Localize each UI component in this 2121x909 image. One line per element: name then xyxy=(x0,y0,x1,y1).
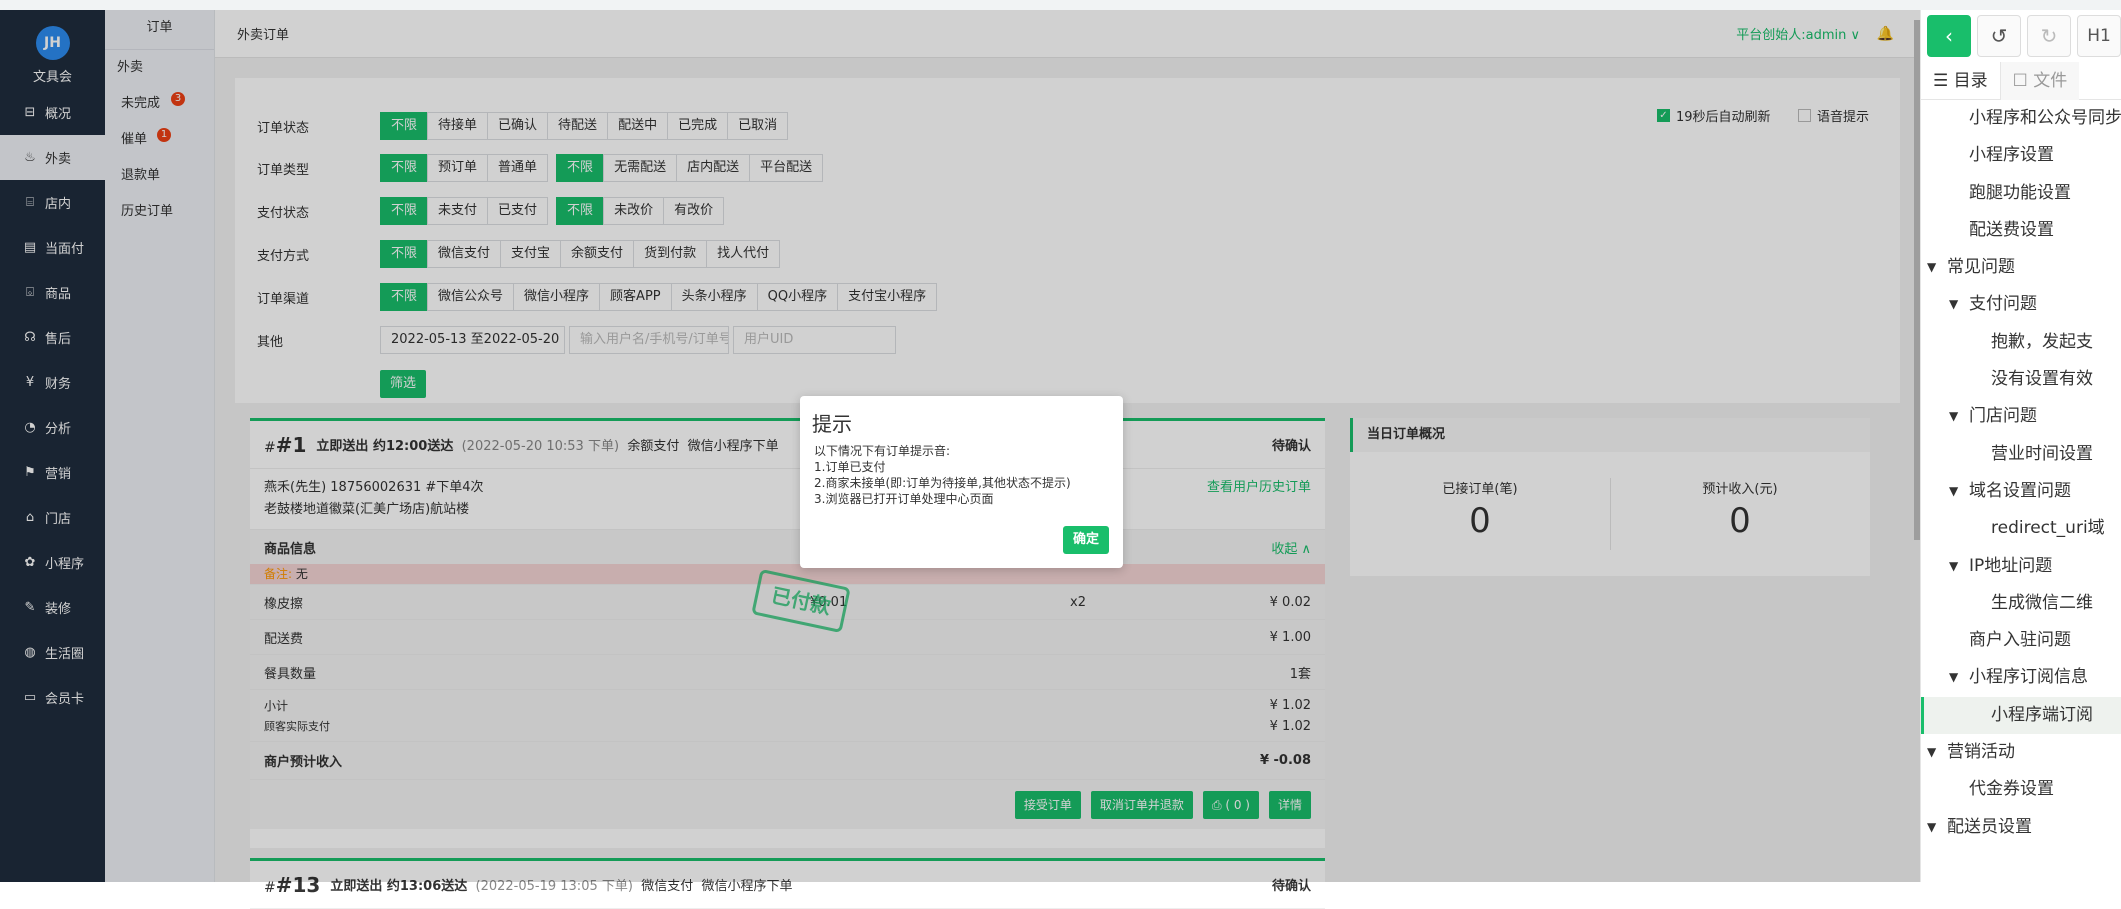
toc-label: 代金券设置 xyxy=(1969,779,2054,800)
toc-item[interactable]: ▼ 小程序订阅信息 xyxy=(1921,659,2121,696)
undo-icon[interactable]: ↺ xyxy=(1977,15,2021,57)
toc-label: 商户入驻问题 xyxy=(1969,630,2071,651)
toc-label: 常见问题 xyxy=(1947,257,2015,278)
toc-label: 跑腿功能设置 xyxy=(1969,182,2071,203)
toc-item[interactable]: 跑腿功能设置 xyxy=(1921,175,2121,212)
toc-item[interactable]: ▼ 支付问题 xyxy=(1921,286,2121,323)
toc-label: IP地址问题 xyxy=(1969,555,2053,576)
caret-down-icon[interactable]: ▼ xyxy=(1949,286,1958,323)
toc-item[interactable]: 生成微信二维 xyxy=(1921,585,2121,622)
toc-item[interactable]: ▼ 营销活动 xyxy=(1921,734,2121,771)
dialog-line: 1.订单已支付 xyxy=(814,460,886,474)
toc-item[interactable]: 小程序设置 xyxy=(1921,137,2121,174)
toc-label: 配送费设置 xyxy=(1969,219,2054,240)
toc-item[interactable]: ▼ 常见问题 xyxy=(1921,249,2121,286)
toc-list: 小程序和公众号同步数小程序设置跑腿功能设置配送费设置 ▼ 常见问题 ▼ 支付问题抱歉，发… xyxy=(1921,100,2121,846)
toc-label: 配送员设置 xyxy=(1947,816,2032,837)
outline-tabs: ☰ 目录 ☐ 文件 xyxy=(1921,61,2121,100)
toc-item[interactable]: 营业时间设置 xyxy=(1921,436,2121,473)
tab-files[interactable]: ☐ 文件 xyxy=(1999,61,2080,100)
dialog-title: 提示 xyxy=(812,412,852,436)
outline-toolbar: ‹ ↺ ↻ H1 xyxy=(1921,10,2121,62)
alert-dialog: 提示 以下情况下有订单提示音: 1.订单已支付 2.商家未接单(即:订单为待接单… xyxy=(800,396,1123,568)
toc-label: 小程序端订阅 xyxy=(1991,704,2093,725)
toc-item[interactable]: 小程序和公众号同步数 xyxy=(1921,100,2121,137)
caret-down-icon[interactable]: ▼ xyxy=(1927,809,1936,846)
confirm-button[interactable]: 确定 xyxy=(1062,526,1109,554)
dialog-line: 以下情况下有订单提示音: xyxy=(814,444,951,458)
toc-label: 营销活动 xyxy=(1947,742,2015,763)
toc-label: redirect_uri域 xyxy=(1991,518,2105,539)
toc-label: 没有设置有效 xyxy=(1991,369,2093,390)
toc-item[interactable]: ▼ 门店问题 xyxy=(1921,398,2121,435)
bookmarks-bar xyxy=(0,0,2121,10)
dialog-line: 2.商家未接单(即:订单为待接单,其他状态不提示) xyxy=(814,476,1071,490)
toc-item[interactable]: 代金券设置 xyxy=(1921,771,2121,808)
toc-label: 支付问题 xyxy=(1969,294,2037,315)
toc-item[interactable]: 商户入驻问题 xyxy=(1921,622,2121,659)
toc-item[interactable]: ▼ 域名设置问题 xyxy=(1921,473,2121,510)
redo-icon[interactable]: ↻ xyxy=(2027,15,2071,57)
toc-item[interactable]: ▼ 配送员设置 xyxy=(1921,809,2121,846)
caret-down-icon[interactable]: ▼ xyxy=(1949,473,1958,510)
toc-label: 抱歉，发起支 xyxy=(1991,331,2093,352)
toc-item[interactable]: redirect_uri域 xyxy=(1921,510,2121,547)
dialog-line: 3.浏览器已打开订单处理中心页面 xyxy=(814,492,994,506)
caret-down-icon[interactable]: ▼ xyxy=(1927,249,1936,286)
heading-button[interactable]: H1 xyxy=(2077,15,2121,57)
caret-down-icon[interactable]: ▼ xyxy=(1927,734,1936,771)
caret-down-icon[interactable]: ▼ xyxy=(1949,659,1958,696)
caret-down-icon[interactable]: ▼ xyxy=(1949,398,1958,435)
toc-item[interactable]: 抱歉，发起支 xyxy=(1921,324,2121,361)
toc-item[interactable]: 小程序端订阅 xyxy=(1921,696,2121,735)
toc-label: 小程序订阅信息 xyxy=(1969,667,2088,688)
doc-outline-pane: ‹ ↺ ↻ H1 ☰ 目录 ☐ 文件 小程序和公众号同步数小程序设置跑腿功能设置… xyxy=(1920,10,2121,882)
caret-down-icon[interactable]: ▼ xyxy=(1949,548,1958,585)
toc-label: 小程序设置 xyxy=(1969,145,2054,166)
toc-label: 门店问题 xyxy=(1969,406,2037,427)
tab-toc[interactable]: ☰ 目录 xyxy=(1921,62,2000,100)
toc-item[interactable]: 没有设置有效 xyxy=(1921,361,2121,398)
toc-item[interactable]: ▼ IP地址问题 xyxy=(1921,548,2121,585)
dialog-body: 以下情况下有订单提示音: 1.订单已支付 2.商家未接单(即:订单为待接单,其他… xyxy=(800,443,1123,507)
toc-label: 生成微信二维 xyxy=(1991,592,2093,613)
toc-item[interactable]: 配送费设置 xyxy=(1921,212,2121,249)
toc-label: 域名设置问题 xyxy=(1969,480,2071,501)
toc-label: 小程序和公众号同步数 xyxy=(1969,108,2121,128)
toc-label: 营业时间设置 xyxy=(1991,443,2093,464)
back-icon[interactable]: ‹ xyxy=(1927,15,1971,57)
